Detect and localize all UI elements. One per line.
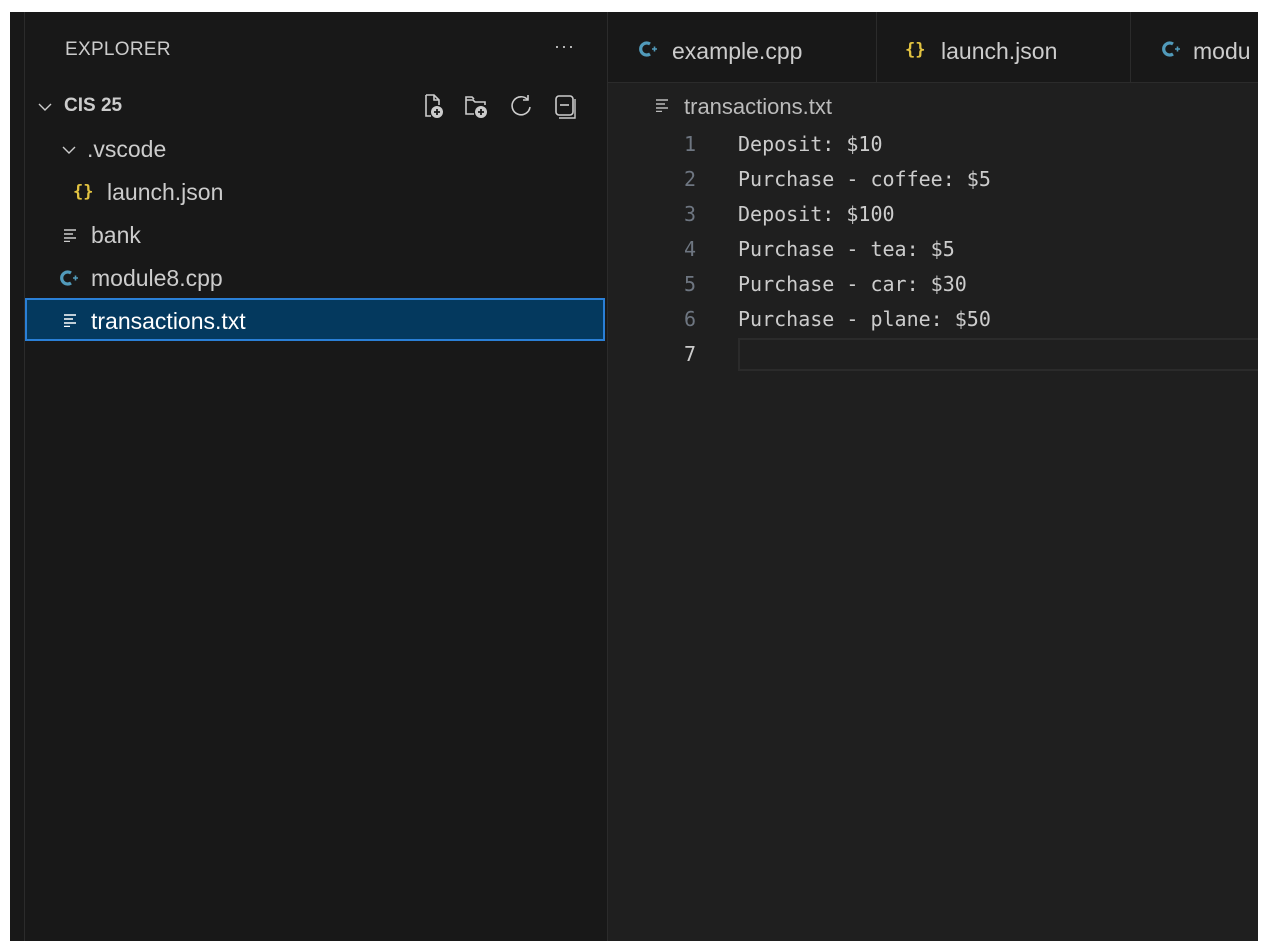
code-line-current: 7 <box>608 338 1258 373</box>
line-text: Purchase - tea: $5 <box>738 237 955 261</box>
tab-module8-cpp[interactable]: modu <box>1131 12 1258 82</box>
line-number: 4 <box>683 237 696 261</box>
tree-item-label: launch.json <box>107 179 224 205</box>
workspace-folder-row[interactable]: CIS 25 <box>25 86 607 126</box>
explorer-header: EXPLORER ··· <box>25 12 607 84</box>
cpp-file-icon <box>639 41 657 57</box>
line-number: 7 <box>683 342 696 366</box>
tab-label: modu <box>1193 38 1251 64</box>
tree-item-bank[interactable]: bank <box>25 215 605 255</box>
line-number: 6 <box>683 307 696 331</box>
line-text: Purchase - coffee: $5 <box>738 167 991 191</box>
chevron-down-icon <box>38 103 52 111</box>
line-number: 5 <box>683 272 696 296</box>
current-line-highlight <box>738 338 1258 371</box>
line-number: 3 <box>683 202 696 226</box>
workspace-folder-name: CIS 25 <box>64 95 123 116</box>
text-file-icon <box>64 314 76 327</box>
editor-area: example.cpp {} launch.json modu transact… <box>608 12 1258 941</box>
json-file-icon: {} <box>73 182 94 202</box>
tree-item-launch-json[interactable]: {} launch.json <box>25 172 605 212</box>
line-number: 2 <box>683 167 696 191</box>
line-text: Purchase - plane: $50 <box>738 307 991 331</box>
line-text: Purchase - car: $30 <box>738 272 967 296</box>
explorer-title: EXPLORER <box>65 39 171 60</box>
refresh-icon[interactable] <box>507 92 535 120</box>
tab-launch-json[interactable]: {} launch.json <box>877 12 1131 82</box>
tree-item-label: bank <box>91 222 141 248</box>
breadcrumb-file: transactions.txt <box>684 94 832 119</box>
chevron-down-icon <box>62 146 76 154</box>
more-actions-icon[interactable]: ··· <box>554 36 575 57</box>
text-file-icon <box>64 229 76 242</box>
code-line: 1 Deposit: $10 <box>608 128 1258 163</box>
cpp-file-icon <box>1162 41 1180 57</box>
line-text: Deposit: $100 <box>738 202 895 226</box>
folder-actions <box>419 92 579 120</box>
tab-label: example.cpp <box>672 38 803 64</box>
new-file-icon[interactable] <box>419 92 447 120</box>
breadcrumb[interactable]: transactions.txt <box>608 82 1258 122</box>
new-folder-icon[interactable] <box>463 92 491 120</box>
tree-item-transactions-txt[interactable]: transactions.txt <box>25 298 605 341</box>
line-number: 1 <box>683 132 696 156</box>
tree-item-label: module8.cpp <box>91 265 223 291</box>
cpp-file-icon <box>60 270 78 286</box>
line-text: Deposit: $10 <box>738 132 883 156</box>
vscode-window: EXPLORER ··· CIS 25 .vscode {} launch.js… <box>10 12 1258 941</box>
code-line: 6 Purchase - plane: $50 <box>608 303 1258 338</box>
json-file-icon: {} <box>905 40 926 60</box>
tree-item-vscode-folder[interactable]: .vscode <box>25 129 605 169</box>
code-line: 5 Purchase - car: $30 <box>608 268 1258 303</box>
collapse-all-icon[interactable] <box>551 92 579 120</box>
code-line: 4 Purchase - tea: $5 <box>608 233 1258 268</box>
text-file-icon <box>656 99 668 112</box>
tree-item-label: .vscode <box>87 136 167 162</box>
code-line: 2 Purchase - coffee: $5 <box>608 163 1258 198</box>
code-line: 3 Deposit: $100 <box>608 198 1258 233</box>
explorer-sidebar: EXPLORER ··· CIS 25 .vscode {} launch.js… <box>25 12 608 941</box>
tab-example-cpp[interactable]: example.cpp <box>608 12 877 82</box>
tree-item-label: transactions.txt <box>91 308 246 334</box>
tree-item-module8-cpp[interactable]: module8.cpp <box>25 258 605 298</box>
tab-label: launch.json <box>941 38 1058 64</box>
editor-tabs: example.cpp {} launch.json modu <box>608 12 1258 83</box>
activity-bar-edge <box>10 12 25 941</box>
